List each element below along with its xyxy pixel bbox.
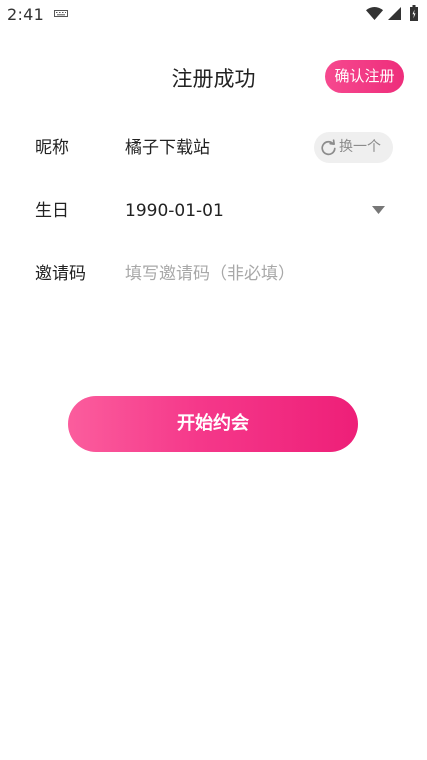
nickname-value: 橘子下载站: [125, 138, 210, 158]
chevron-down-icon[interactable]: [372, 206, 385, 214]
invite-code-input[interactable]: [125, 260, 395, 288]
status-bar: 2:41: [0, 0, 427, 28]
change-nickname-button[interactable]: 换一个: [314, 132, 393, 163]
start-dating-button[interactable]: 开始约会: [68, 396, 358, 452]
keyboard-icon: [54, 10, 68, 17]
confirm-register-button[interactable]: 确认注册: [325, 60, 404, 93]
birthday-label: 生日: [35, 201, 69, 221]
battery-icon: [410, 5, 418, 21]
wifi-icon: [366, 7, 383, 20]
signal-icon: [388, 7, 401, 20]
status-time: 2:41: [7, 5, 45, 24]
invite-code-label: 邀请码: [35, 264, 86, 284]
nickname-label: 昵称: [35, 138, 69, 158]
change-nickname-label: 换一个: [339, 139, 381, 155]
refresh-icon: [321, 139, 336, 156]
birthday-value[interactable]: 1990-01-01: [125, 199, 224, 223]
